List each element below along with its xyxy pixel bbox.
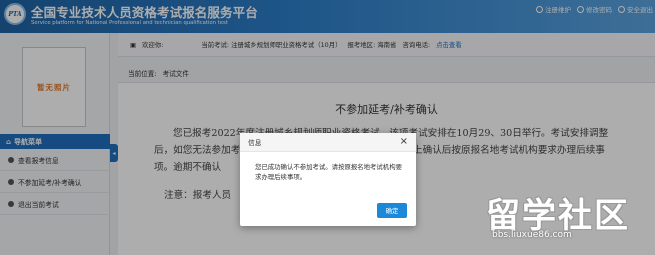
dialog-header: 信息 × — [240, 133, 416, 152]
dialog-message: 您已成功确认不参加考试。请按原报名地考试机构要求办理后续事项。 — [255, 163, 402, 181]
dialog-title: 信息 — [248, 139, 262, 147]
info-dialog: 信息 × 您已成功确认不参加考试。请按原报名地考试机构要求办理后续事项。 确定 — [240, 133, 416, 226]
watermark-url: bbs.liuxue86.com — [492, 230, 572, 240]
close-icon[interactable]: × — [400, 137, 408, 147]
watermark: 留学社区 bbs.liuxue86.com — [486, 188, 648, 248]
confirm-button[interactable]: 确定 — [377, 203, 407, 218]
